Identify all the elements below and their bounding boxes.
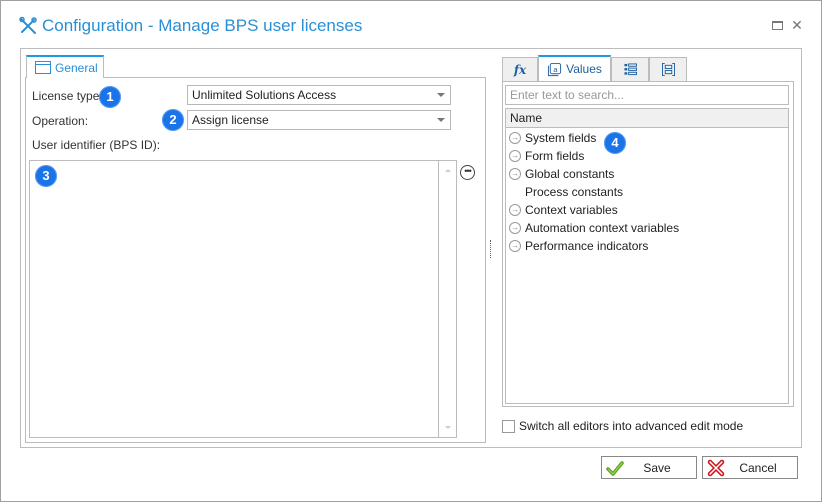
form-icon <box>661 63 675 76</box>
svg-text:a: a <box>553 64 558 73</box>
tree-item-label: Process constants <box>525 185 624 199</box>
maximize-button[interactable] <box>772 19 784 31</box>
advanced-mode-option[interactable]: Switch all editors into advanced edit mo… <box>502 419 743 433</box>
license-type-select[interactable]: Unlimited Solutions Access <box>187 85 451 105</box>
cancel-x-icon <box>707 459 725 477</box>
callout-badge-4: 4 <box>604 132 626 154</box>
tree-item-label: System fields <box>525 131 597 145</box>
tree-item-label: Automation context variables <box>525 221 680 235</box>
cancel-button[interactable]: Cancel <box>702 456 798 479</box>
expand-icon[interactable]: → <box>509 222 521 234</box>
chevron-down-icon <box>437 118 445 122</box>
dialog-title: Configuration - Manage BPS user licenses <box>18 16 362 36</box>
callout-badge-3: 3 <box>35 165 57 187</box>
operation-value: Assign license <box>192 113 269 127</box>
license-type-label: License type: <box>32 89 103 103</box>
ellipsis-icon: ••• <box>464 166 472 176</box>
chevron-down-icon <box>437 93 445 97</box>
panel-splitter[interactable] <box>490 240 491 258</box>
list-icon <box>623 63 637 76</box>
tab-general-label: General <box>55 60 98 75</box>
expand-icon[interactable]: → <box>509 204 521 216</box>
more-options-button[interactable]: ••• <box>460 165 475 180</box>
tree-item-global-constants[interactable]: → Global constants <box>509 165 614 183</box>
tab-list[interactable] <box>611 57 649 81</box>
license-type-value: Unlimited Solutions Access <box>192 88 337 102</box>
tree-item-label: Performance indicators <box>525 239 649 253</box>
tree-item-performance-indicators[interactable]: → Performance indicators <box>509 237 648 255</box>
search-input[interactable]: Enter text to search... <box>505 85 789 105</box>
advanced-mode-label: Switch all editors into advanced edit mo… <box>519 419 744 433</box>
callout-badge-2: 2 <box>162 109 184 131</box>
tree-item-form-fields[interactable]: → Form fields <box>509 147 584 165</box>
tab-function[interactable]: fx <box>502 57 538 81</box>
tree-item-label: Global constants <box>525 167 615 181</box>
tree-item-automation-context-variables[interactable]: → Automation context variables <box>509 219 679 237</box>
tree-item-context-variables[interactable]: → Context variables <box>509 201 618 219</box>
user-identifier-input[interactable] <box>29 160 457 438</box>
user-identifier-label: User identifier (BPS ID): <box>32 138 161 152</box>
window-icon <box>35 61 51 74</box>
tab-values-label: Values <box>566 62 602 76</box>
callout-badge-1: 1 <box>99 86 121 108</box>
tree-item-label: Context variables <box>525 203 618 217</box>
function-icon: fx <box>513 62 527 77</box>
expand-icon[interactable]: → <box>509 150 521 162</box>
tree-item-system-fields[interactable]: → System fields <box>509 129 596 147</box>
vertical-scrollbar[interactable] <box>438 161 456 437</box>
values-icon: a <box>548 62 562 76</box>
tab-values[interactable]: a Values <box>538 55 611 81</box>
dialog-title-text: Configuration - Manage BPS user licenses <box>42 16 363 35</box>
scroll-up-icon[interactable] <box>445 169 451 172</box>
checkmark-icon <box>606 461 624 476</box>
tree-item-label: Form fields <box>525 149 585 163</box>
tab-form[interactable] <box>649 57 687 81</box>
operation-label: Operation: <box>32 114 89 128</box>
close-button[interactable]: ✕ <box>791 17 803 33</box>
column-header-name[interactable]: Name <box>506 109 788 128</box>
tools-icon <box>19 16 37 34</box>
operation-select[interactable]: Assign license <box>187 110 451 130</box>
search-placeholder: Enter text to search... <box>510 88 625 102</box>
close-icon: ✕ <box>791 17 803 33</box>
tree-item-process-constants[interactable]: Process constants <box>509 183 623 201</box>
save-button[interactable]: Save <box>601 456 697 479</box>
maximize-icon <box>772 21 783 30</box>
advanced-mode-checkbox[interactable] <box>502 419 515 433</box>
expand-icon[interactable]: → <box>509 240 521 252</box>
expand-icon[interactable]: → <box>509 168 521 180</box>
tab-general[interactable]: General <box>26 55 104 78</box>
expand-icon[interactable]: → <box>509 132 521 144</box>
scroll-down-icon[interactable] <box>445 426 451 429</box>
